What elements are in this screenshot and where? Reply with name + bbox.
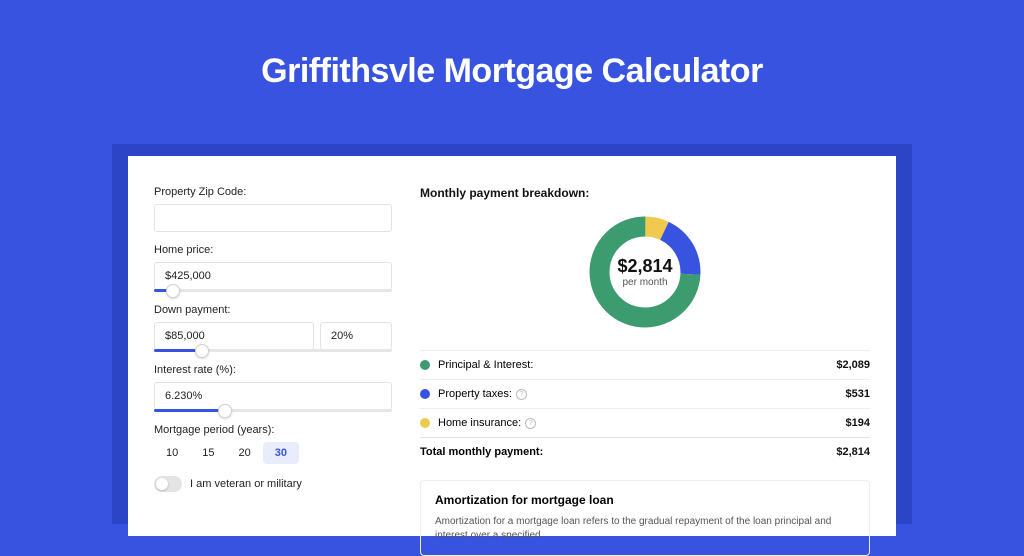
legend-property-taxes: Property taxes: ? $531 [420, 379, 870, 408]
veteran-toggle-row: I am veteran or military [154, 476, 392, 492]
down-payment-slider[interactable] [154, 349, 392, 352]
period-group: Mortgage period (years): 10 15 20 30 [154, 424, 392, 464]
breakdown-column: Monthly payment breakdown: $2,814 per mo… [420, 186, 870, 536]
donut-chart: $2,814 per month [585, 212, 705, 332]
down-payment-slider-thumb[interactable] [195, 344, 209, 358]
amortization-box: Amortization for mortgage loan Amortizat… [420, 480, 870, 556]
legend-total: Total monthly payment: $2,814 [420, 437, 870, 466]
info-icon[interactable]: ? [516, 389, 527, 400]
breakdown-title: Monthly payment breakdown: [420, 186, 870, 200]
legend-tax-text: Property taxes: [438, 388, 512, 400]
donut-amount: $2,814 [617, 256, 672, 277]
zip-field-group: Property Zip Code: [154, 186, 392, 232]
swatch-yellow-icon [420, 418, 430, 428]
veteran-label: I am veteran or military [190, 478, 302, 490]
legend-tax-label: Property taxes: ? [438, 388, 846, 400]
period-15-button[interactable]: 15 [190, 442, 226, 464]
amortization-title: Amortization for mortgage loan [435, 493, 855, 507]
interest-group: Interest rate (%): [154, 364, 392, 412]
zip-label: Property Zip Code: [154, 186, 392, 198]
amortization-text: Amortization for a mortgage loan refers … [435, 515, 855, 543]
swatch-blue-icon [420, 389, 430, 399]
donut-center: $2,814 per month [585, 212, 705, 332]
legend-total-label: Total monthly payment: [420, 446, 836, 458]
period-20-button[interactable]: 20 [227, 442, 263, 464]
legend-home-insurance: Home insurance: ? $194 [420, 408, 870, 437]
home-price-slider-thumb[interactable] [166, 284, 180, 298]
legend-ins-label: Home insurance: ? [438, 417, 846, 429]
home-price-label: Home price: [154, 244, 392, 256]
interest-slider-thumb[interactable] [218, 404, 232, 418]
down-payment-pct-input[interactable] [320, 322, 392, 350]
period-10-button[interactable]: 10 [154, 442, 190, 464]
swatch-green-icon [420, 360, 430, 370]
down-payment-label: Down payment: [154, 304, 392, 316]
home-price-input[interactable] [154, 262, 392, 290]
home-price-slider[interactable] [154, 289, 392, 292]
donut-sub: per month [622, 277, 667, 288]
legend-ins-amount: $194 [846, 417, 870, 429]
zip-input[interactable] [154, 204, 392, 232]
down-payment-group: Down payment: [154, 304, 392, 352]
period-buttons: 10 15 20 30 [154, 442, 392, 464]
interest-slider[interactable] [154, 409, 392, 412]
legend-principal-interest: Principal & Interest: $2,089 [420, 350, 870, 379]
period-label: Mortgage period (years): [154, 424, 392, 436]
calculator-card: Property Zip Code: Home price: Down paym… [128, 156, 896, 536]
veteran-toggle[interactable] [154, 476, 182, 492]
legend-total-amount: $2,814 [836, 446, 870, 458]
info-icon[interactable]: ? [525, 418, 536, 429]
legend-pi-label: Principal & Interest: [438, 359, 836, 371]
interest-label: Interest rate (%): [154, 364, 392, 376]
period-30-button[interactable]: 30 [263, 442, 299, 464]
legend-pi-amount: $2,089 [836, 359, 870, 371]
legend-ins-text: Home insurance: [438, 417, 521, 429]
toggle-knob [156, 478, 168, 490]
legend-tax-amount: $531 [846, 388, 870, 400]
home-price-group: Home price: [154, 244, 392, 292]
form-column: Property Zip Code: Home price: Down paym… [154, 186, 392, 536]
page-title: Griffithsvle Mortgage Calculator [0, 0, 1024, 113]
donut-chart-wrap: $2,814 per month [420, 212, 870, 332]
interest-input[interactable] [154, 382, 392, 410]
down-payment-input[interactable] [154, 322, 314, 350]
